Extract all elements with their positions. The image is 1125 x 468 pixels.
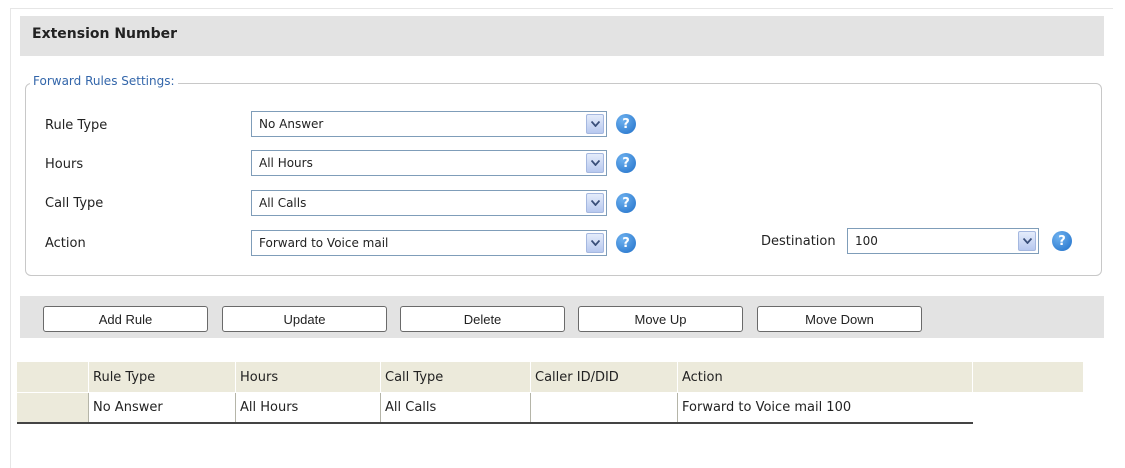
destination-select[interactable]: 100 — [847, 228, 1039, 254]
help-icon[interactable]: ? — [1052, 231, 1072, 251]
row-selector[interactable] — [17, 393, 88, 422]
column-header-rule-type[interactable]: Rule Type — [88, 362, 235, 392]
cell-hours: All Hours — [235, 393, 380, 422]
help-icon[interactable]: ? — [616, 193, 636, 213]
action-value: Forward to Voice mail — [259, 236, 389, 250]
rule-type-value: No Answer — [259, 117, 324, 131]
frame-top-border — [10, 8, 1113, 9]
chevron-down-icon[interactable] — [1018, 231, 1036, 251]
call-type-label: Call Type — [45, 196, 104, 211]
section-header: Extension Number — [20, 16, 1104, 56]
frame-left-border — [10, 8, 11, 468]
column-header-caller-id-did[interactable]: Caller ID/DID — [530, 362, 677, 392]
hours-label: Hours — [45, 157, 84, 172]
help-icon[interactable]: ? — [616, 233, 636, 253]
destination-label: Destination — [761, 234, 836, 249]
action-label: Action — [45, 236, 86, 251]
page-title: Extension Number — [32, 26, 178, 42]
column-header-hours[interactable]: Hours — [235, 362, 380, 392]
table-header-row: Rule Type Hours Call Type Caller ID/DID … — [17, 362, 1083, 392]
rule-type-select[interactable]: No Answer — [251, 111, 607, 137]
call-type-value: All Calls — [259, 196, 307, 210]
cell-caller-id-did — [530, 393, 677, 422]
destination-value: 100 — [855, 234, 878, 248]
cell-action: Forward to Voice mail 100 — [677, 393, 973, 422]
add-rule-button[interactable]: Add Rule — [43, 306, 208, 332]
call-type-select[interactable]: All Calls — [251, 190, 607, 216]
fieldset-legend: Forward Rules Settings: — [30, 74, 178, 88]
action-select[interactable]: Forward to Voice mail — [251, 230, 607, 256]
hours-value: All Hours — [259, 156, 313, 170]
move-up-button[interactable]: Move Up — [578, 306, 743, 332]
hours-select[interactable]: All Hours — [251, 150, 607, 176]
column-header-call-type[interactable]: Call Type — [380, 362, 530, 392]
help-icon[interactable]: ? — [616, 114, 636, 134]
cell-call-type: All Calls — [380, 393, 530, 422]
chevron-down-icon[interactable] — [586, 233, 604, 253]
chevron-down-icon[interactable] — [586, 153, 604, 173]
column-header-action[interactable]: Action — [677, 362, 973, 392]
help-icon[interactable]: ? — [616, 153, 636, 173]
move-down-button[interactable]: Move Down — [757, 306, 922, 332]
chevron-down-icon[interactable] — [586, 193, 604, 213]
table-row[interactable]: No Answer All Hours All Calls Forward to… — [17, 393, 973, 424]
chevron-down-icon[interactable] — [586, 114, 604, 134]
rule-type-label: Rule Type — [45, 118, 108, 133]
update-button[interactable]: Update — [222, 306, 387, 332]
cell-rule-type: No Answer — [88, 393, 235, 422]
delete-button[interactable]: Delete — [400, 306, 565, 332]
